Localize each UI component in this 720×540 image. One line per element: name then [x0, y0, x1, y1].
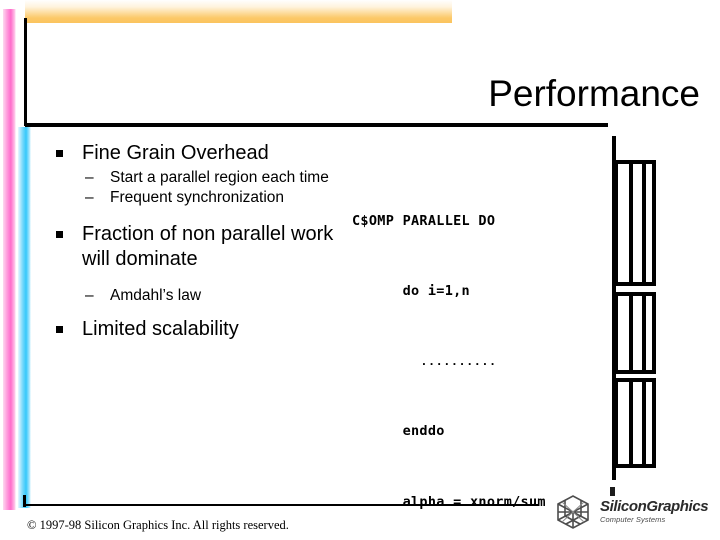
fork-bar: [612, 292, 656, 296]
cyan-accent-bar: [18, 127, 31, 508]
thread-branch: [642, 294, 646, 372]
code-line: alpha = xnorm/sum: [352, 493, 546, 510]
thread-branch: [614, 380, 618, 466]
sub-bullet-label: Frequent synchronization: [110, 189, 285, 206]
logo-tagline: Computer Systems: [600, 515, 666, 524]
code-line: C$OMP PARALLEL DO: [352, 212, 496, 229]
join-bar: [612, 464, 656, 468]
parallel-region-1: [612, 160, 656, 286]
thread-branch: [629, 162, 633, 284]
thread-branch: [652, 380, 656, 466]
square-bullet-icon: [56, 231, 63, 238]
orange-accent-bar: [25, 0, 452, 23]
code-line: do i=1,n: [352, 283, 470, 300]
title-vertical-rule: [24, 18, 27, 126]
thread-branch: [614, 294, 618, 372]
sub-bullet-label: Amdahl’s law: [110, 287, 202, 304]
copyright-footer: © 1997-98 Silicon Graphics Inc. All righ…: [27, 518, 289, 532]
join-bar: [612, 282, 656, 286]
sub-bullet-amdahls-law: – Amdahl’s law: [52, 286, 352, 306]
fork-bar: [612, 378, 656, 382]
bullet-label: Fraction of non parallel work will domin…: [82, 223, 334, 270]
thread-branch: [642, 380, 646, 466]
logo-name: SiliconGraphics: [600, 498, 709, 515]
fork-bar: [612, 160, 656, 164]
square-bullet-icon: [56, 326, 63, 333]
dash-bullet-icon: –: [85, 169, 94, 186]
thread-branch: [614, 162, 618, 284]
bullet-item-fraction-non-parallel: Fraction of non parallel work will domin…: [52, 222, 352, 272]
title-underline-rule: [25, 123, 608, 127]
parallel-region-3: [612, 378, 656, 468]
dash-bullet-icon: –: [85, 287, 94, 304]
slide-canvas: Performance Fine Grain Overhead – Start …: [0, 0, 720, 540]
thread-branch: [652, 294, 656, 372]
silicon-graphics-logo: SiliconGraphics Computer Systems: [552, 492, 709, 532]
sub-bullet-label: Start a parallel region each time: [110, 169, 329, 186]
fork-join-diagram: [600, 130, 670, 485]
parallel-region-2: [612, 292, 656, 374]
thread-branch: [629, 294, 633, 372]
join-bar: [612, 370, 656, 374]
sub-bullet-frequent-synchronization: – Frequent synchronization: [52, 188, 352, 208]
code-block-openmp: C$OMP PARALLEL DO do i=1,n .......... en…: [352, 163, 546, 540]
pink-accent-bar: [3, 9, 16, 510]
dash-bullet-icon: –: [85, 189, 94, 206]
bullet-item-limited-scalability: Limited scalability: [52, 317, 352, 342]
bullet-item-fine-grain-overhead: Fine Grain Overhead: [52, 141, 352, 166]
slide-title: Performance: [488, 73, 700, 114]
sub-bullet-start-parallel-region: – Start a parallel region each time: [52, 168, 352, 188]
fork-join-svg: [612, 136, 656, 480]
code-line: ..........: [352, 355, 497, 369]
logo-text-block: SiliconGraphics Computer Systems: [600, 498, 709, 525]
thread-branch: [652, 162, 656, 284]
sgi-cube-icon: [557, 495, 589, 529]
bullet-label: Limited scalability: [82, 318, 239, 340]
bullet-list: Fine Grain Overhead – Start a parallel r…: [52, 141, 352, 344]
code-line: enddo: [352, 423, 445, 440]
bullet-label: Fine Grain Overhead: [82, 142, 269, 164]
thread-branch: [642, 162, 646, 284]
thread-branch: [629, 380, 633, 466]
square-bullet-icon: [56, 150, 63, 157]
